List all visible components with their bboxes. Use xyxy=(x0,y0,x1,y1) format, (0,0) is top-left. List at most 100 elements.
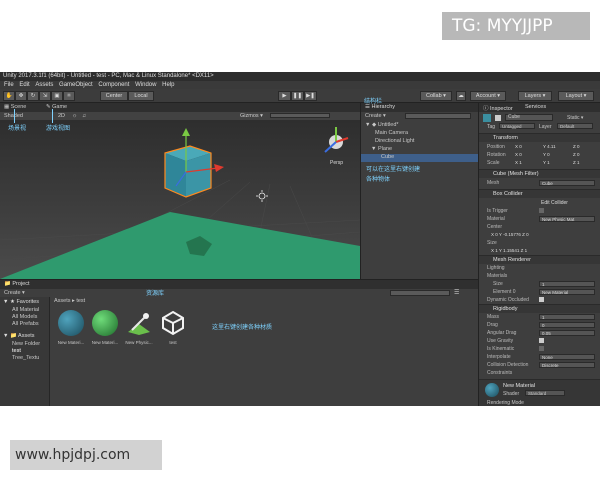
space-local-toggle[interactable]: Local xyxy=(128,91,154,101)
asset-scene-test[interactable]: test xyxy=(156,310,188,356)
transform-tool-button[interactable]: ⚛ xyxy=(63,91,75,101)
active-checkbox[interactable] xyxy=(495,115,501,121)
project-create-dropdown[interactable]: Create ▾ xyxy=(4,290,25,296)
angular-drag-field[interactable]: 0.05 xyxy=(539,330,595,336)
scale-row: Scale X 1 Y 1 Z 1 xyxy=(487,160,580,166)
hierarchy-item-directional-light[interactable]: Directional Light xyxy=(375,138,414,144)
static-dropdown[interactable]: Static ▾ xyxy=(567,115,583,121)
pause-button[interactable]: ❚❚ xyxy=(291,91,304,101)
is-trigger-checkbox[interactable] xyxy=(539,208,544,213)
materials-size-field[interactable]: 1 xyxy=(539,281,595,287)
rotation-x-field[interactable]: X 0 xyxy=(515,152,522,157)
drag-field[interactable]: 0 xyxy=(539,322,595,328)
lighting-foldout[interactable]: Lighting xyxy=(479,264,600,272)
folder-tree-textures[interactable]: Tree_Textu xyxy=(12,355,39,361)
fav-all-materials[interactable]: All Material xyxy=(12,307,39,313)
tab-services[interactable]: Services xyxy=(525,104,546,110)
menu-help[interactable]: Help xyxy=(162,81,174,89)
favorites-folder[interactable]: ▼ ★ Favorites xyxy=(3,299,39,305)
hierarchy-create-dropdown[interactable]: Create ▾ xyxy=(365,113,386,119)
layer-dropdown[interactable]: Default xyxy=(557,123,593,129)
assets-root-folder[interactable]: ▼ 📁 Assets xyxy=(3,333,35,339)
collision-detection-dropdown[interactable]: Discrete xyxy=(539,362,595,368)
project-tab[interactable]: 📁 Project xyxy=(0,280,478,289)
scale-x-field[interactable]: X 1 xyxy=(515,160,522,165)
mesh-filter-header[interactable]: Cube (Mesh Filter) xyxy=(479,169,600,178)
materials-foldout[interactable]: Materials xyxy=(479,272,600,280)
collab-dropdown[interactable]: Collab ▾ xyxy=(420,91,452,101)
menu-component[interactable]: Component xyxy=(98,81,129,89)
filter-icon[interactable]: ☰ xyxy=(454,289,459,296)
position-z-field[interactable]: Z 0 xyxy=(573,144,580,149)
is-kinematic-checkbox[interactable] xyxy=(539,346,544,351)
scale-y-field[interactable]: Y 1 xyxy=(543,160,550,165)
pivot-center-toggle[interactable]: Center xyxy=(100,91,128,101)
constraints-foldout[interactable]: Constraints xyxy=(479,369,600,377)
tag-dropdown[interactable]: Untagged xyxy=(499,123,535,129)
scene-lighting-icon[interactable]: ☼ xyxy=(72,113,77,119)
folder-new-folder[interactable]: New Folder xyxy=(12,341,40,347)
folder-test[interactable]: test xyxy=(12,348,21,354)
gizmos-dropdown[interactable]: Gizmos ▾ xyxy=(240,113,263,119)
layout-dropdown[interactable]: Layout ▾ xyxy=(558,91,594,101)
interpolate-dropdown[interactable]: None xyxy=(539,354,595,360)
project-search-input[interactable] xyxy=(390,290,450,296)
hierarchy-item-cube-selected[interactable]: Cube xyxy=(361,154,478,162)
transform-header[interactable]: Transform xyxy=(479,133,600,142)
edit-collider-button[interactable]: Edit Collider xyxy=(541,200,568,206)
element-0-field[interactable]: New Material xyxy=(539,289,595,295)
size-fields[interactable]: X 1 Y 1.15541 Z 1 xyxy=(491,248,527,253)
play-button[interactable]: ▶ xyxy=(278,91,291,101)
hierarchy-item-plane[interactable]: ▼ Plane xyxy=(371,146,392,152)
toggle-2d-button[interactable]: 2D xyxy=(58,113,65,119)
menu-file[interactable]: File xyxy=(4,81,14,89)
menu-window[interactable]: Window xyxy=(135,81,156,89)
use-gravity-checkbox[interactable] xyxy=(539,338,544,343)
account-dropdown[interactable]: Account ▾ xyxy=(470,91,506,101)
rect-tool-button[interactable]: ▣ xyxy=(51,91,63,101)
hierarchy-search-input[interactable] xyxy=(405,113,471,119)
scale-z-field[interactable]: Z 1 xyxy=(573,160,580,165)
rotation-y-field[interactable]: Y 0 xyxy=(543,152,550,157)
menu-assets[interactable]: Assets xyxy=(35,81,53,89)
move-tool-button[interactable]: ✥ xyxy=(15,91,27,101)
layers-dropdown[interactable]: Layers ▾ xyxy=(518,91,552,101)
rendering-mode-label: Rendering Mode xyxy=(487,400,524,406)
scene-audio-icon[interactable]: ♫ xyxy=(82,113,86,119)
scale-tool-button[interactable]: ⇲ xyxy=(39,91,51,101)
projection-label[interactable]: Persp xyxy=(330,160,343,166)
tab-inspector[interactable]: ⓘ Inspector xyxy=(483,104,513,112)
position-y-field[interactable]: Y 4.11 xyxy=(543,144,556,149)
shader-dropdown[interactable]: Standard xyxy=(525,390,565,396)
hierarchy-scene-row[interactable]: ▼ ◆ Untitled* xyxy=(365,122,399,128)
hand-tool-button[interactable]: ✋ xyxy=(3,91,15,101)
scene-search-input[interactable] xyxy=(270,113,330,118)
rigidbody-header[interactable]: Rigidbody xyxy=(479,304,600,313)
tab-game[interactable]: ✎ Game xyxy=(46,104,67,110)
step-button[interactable]: ▶❚ xyxy=(304,91,317,101)
menu-edit[interactable]: Edit xyxy=(19,81,29,89)
mass-field[interactable]: 1 xyxy=(539,314,595,320)
position-x-field[interactable]: X 0 xyxy=(515,144,522,149)
center-fields[interactable]: X 0 Y -0.15776 Z 0 xyxy=(491,232,529,237)
project-breadcrumb[interactable]: Assets ▸ test xyxy=(54,298,85,304)
fav-all-models[interactable]: All Models xyxy=(12,314,37,320)
asset-material-green[interactable]: New Materi... xyxy=(88,310,120,356)
collider-material-field[interactable]: New Physic Mat xyxy=(539,216,595,222)
hierarchy-item-main-camera[interactable]: Main Camera xyxy=(375,130,408,136)
center-values-row: X 0 Y -0.15776 Z 0 xyxy=(479,231,600,239)
box-collider-header[interactable]: Box Collider xyxy=(479,189,600,198)
menu-gameobject[interactable]: GameObject xyxy=(59,81,93,89)
asset-physic-material[interactable]: New Physic... xyxy=(122,310,154,356)
asset-material-blue[interactable]: New Materi... xyxy=(54,310,86,356)
mesh-renderer-header[interactable]: Mesh Renderer xyxy=(479,255,600,264)
scene-viewport[interactable]: Persp xyxy=(0,120,360,279)
object-name-input[interactable]: Cube xyxy=(505,114,553,121)
cloud-icon[interactable]: ☁ xyxy=(456,91,466,101)
dynamic-occluded-checkbox[interactable] xyxy=(539,297,544,302)
tab-scene[interactable]: ▦ Scene xyxy=(4,104,26,110)
fav-all-prefabs[interactable]: All Prefabs xyxy=(12,321,39,327)
rotate-tool-button[interactable]: ↻ xyxy=(27,91,39,101)
mesh-field[interactable]: Cube xyxy=(539,180,595,186)
rotation-z-field[interactable]: Z 0 xyxy=(573,152,580,157)
